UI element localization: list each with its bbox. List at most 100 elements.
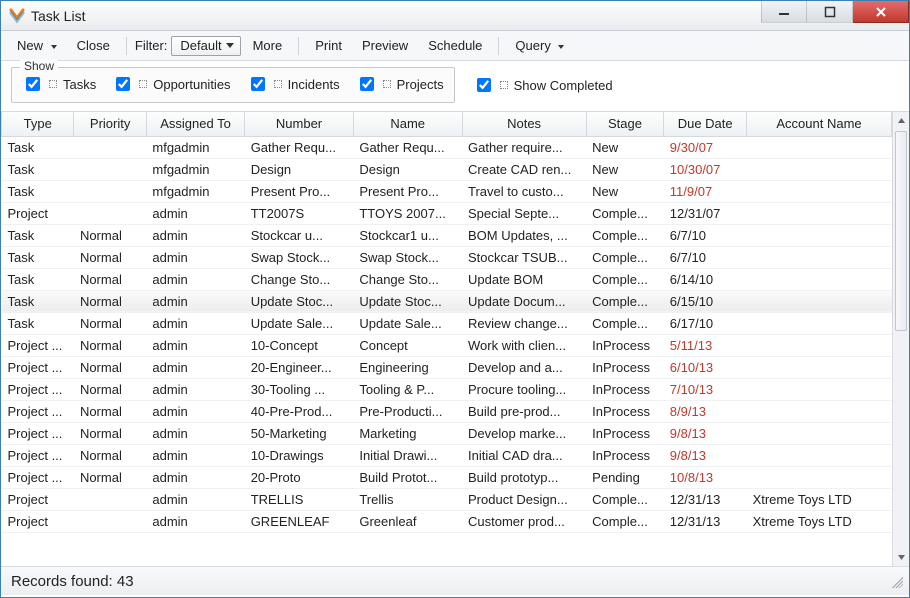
vertical-scrollbar[interactable] bbox=[892, 112, 909, 566]
table-row[interactable]: TaskNormaladminChange Sto...Change Sto..… bbox=[2, 268, 892, 290]
scroll-up-icon[interactable] bbox=[893, 112, 910, 129]
checkbox-incidents-input[interactable] bbox=[251, 77, 265, 91]
chevron-down-icon bbox=[226, 43, 234, 48]
cell-assigned: admin bbox=[146, 400, 244, 422]
col-stage[interactable]: Stage bbox=[586, 112, 664, 136]
window-buttons bbox=[761, 1, 909, 30]
cell-type: Project ... bbox=[2, 422, 74, 444]
menu-close[interactable]: Close bbox=[69, 35, 118, 56]
cell-account bbox=[747, 136, 892, 158]
cell-number: TRELLIS bbox=[245, 488, 354, 510]
checkbox-opportunities-input[interactable] bbox=[116, 77, 130, 91]
col-due[interactable]: Due Date bbox=[664, 112, 747, 136]
col-number[interactable]: Number bbox=[245, 112, 354, 136]
cell-stage: InProcess bbox=[586, 422, 664, 444]
scroll-thumb[interactable] bbox=[895, 131, 907, 331]
cell-stage: Comple... bbox=[586, 202, 664, 224]
col-priority[interactable]: Priority bbox=[74, 112, 146, 136]
cell-assigned: admin bbox=[146, 422, 244, 444]
menu-schedule[interactable]: Schedule bbox=[420, 35, 490, 56]
resize-grip-icon[interactable] bbox=[889, 574, 903, 588]
checkbox-tasks-input[interactable] bbox=[26, 77, 40, 91]
checkbox-tasks[interactable]: Tasks bbox=[22, 74, 96, 94]
table-row[interactable]: TaskNormaladminStockcar u...Stockcar1 u.… bbox=[2, 224, 892, 246]
dotted-box-icon bbox=[383, 80, 391, 88]
table-row[interactable]: Project ...Normaladmin10-DrawingsInitial… bbox=[2, 444, 892, 466]
cell-name: Greenleaf bbox=[353, 510, 462, 532]
cell-stage: Comple... bbox=[586, 510, 664, 532]
cell-due: 6/10/13 bbox=[664, 356, 747, 378]
toolbar: New Close Filter: Default More Print Pre… bbox=[1, 31, 909, 61]
cell-name: Present Pro... bbox=[353, 180, 462, 202]
cell-account bbox=[747, 444, 892, 466]
table-row[interactable]: ProjectadminGREENLEAFGreenleafCustomer p… bbox=[2, 510, 892, 532]
table-row[interactable]: ProjectadminTT2007STTOYS 2007...Special … bbox=[2, 202, 892, 224]
cell-name: Gather Requ... bbox=[353, 136, 462, 158]
table-row[interactable]: Project ...Normaladmin10-ConceptConceptW… bbox=[2, 334, 892, 356]
checkbox-opportunities[interactable]: Opportunities bbox=[112, 74, 230, 94]
table-row[interactable]: TaskmfgadminGather Requ...Gather Requ...… bbox=[2, 136, 892, 158]
table-row[interactable]: ProjectadminTRELLISTrellisProduct Design… bbox=[2, 488, 892, 510]
cell-type: Task bbox=[2, 290, 74, 312]
cell-priority: Normal bbox=[74, 290, 146, 312]
cell-type: Task bbox=[2, 136, 74, 158]
cell-due: 10/8/13 bbox=[664, 466, 747, 488]
minimize-button[interactable] bbox=[761, 1, 807, 23]
table-row[interactable]: TaskNormaladminSwap Stock...Swap Stock..… bbox=[2, 246, 892, 268]
cell-type: Project bbox=[2, 202, 74, 224]
cell-account bbox=[747, 224, 892, 246]
table-row[interactable]: Project ...Normaladmin40-Pre-Prod...Pre-… bbox=[2, 400, 892, 422]
menu-query[interactable]: Query bbox=[507, 35, 572, 56]
cell-assigned: admin bbox=[146, 356, 244, 378]
table-row[interactable]: Project ...Normaladmin30-Tooling ...Tool… bbox=[2, 378, 892, 400]
table-row[interactable]: Project ...Normaladmin20-Engineer...Engi… bbox=[2, 356, 892, 378]
cell-name: Pre-Producti... bbox=[353, 400, 462, 422]
col-account[interactable]: Account Name bbox=[747, 112, 892, 136]
close-button[interactable] bbox=[853, 1, 909, 23]
grid-table[interactable]: Type Priority Assigned To Number Name No… bbox=[1, 112, 892, 533]
col-notes[interactable]: Notes bbox=[462, 112, 586, 136]
scroll-track[interactable] bbox=[893, 129, 909, 549]
cell-type: Task bbox=[2, 246, 74, 268]
table-row[interactable]: TaskNormaladminUpdate Stoc...Update Stoc… bbox=[2, 290, 892, 312]
col-type[interactable]: Type bbox=[2, 112, 74, 136]
cell-type: Task bbox=[2, 158, 74, 180]
checkbox-projects[interactable]: Projects bbox=[356, 74, 444, 94]
cell-name: TTOYS 2007... bbox=[353, 202, 462, 224]
menu-new[interactable]: New bbox=[9, 35, 65, 56]
cell-due: 10/30/07 bbox=[664, 158, 747, 180]
checkbox-tasks-label: Tasks bbox=[63, 77, 96, 92]
cell-due: 5/11/13 bbox=[664, 334, 747, 356]
checkbox-show-completed-input[interactable] bbox=[477, 78, 491, 92]
menu-preview[interactable]: Preview bbox=[354, 35, 416, 56]
table-row[interactable]: Project ...Normaladmin20-ProtoBuild Prot… bbox=[2, 466, 892, 488]
cell-priority bbox=[74, 136, 146, 158]
cell-number: Design bbox=[245, 158, 354, 180]
table-row[interactable]: TaskNormaladminUpdate Sale...Update Sale… bbox=[2, 312, 892, 334]
cell-priority: Normal bbox=[74, 224, 146, 246]
col-name[interactable]: Name bbox=[353, 112, 462, 136]
checkbox-projects-input[interactable] bbox=[360, 77, 374, 91]
cell-name: Design bbox=[353, 158, 462, 180]
menu-more[interactable]: More bbox=[245, 35, 291, 56]
menu-print[interactable]: Print bbox=[307, 35, 350, 56]
cell-priority: Normal bbox=[74, 312, 146, 334]
checkbox-incidents[interactable]: Incidents bbox=[247, 74, 340, 94]
checkbox-show-completed[interactable]: Show Completed bbox=[473, 75, 613, 95]
chevron-down-icon bbox=[558, 45, 564, 49]
maximize-button[interactable] bbox=[807, 1, 853, 23]
scroll-down-icon[interactable] bbox=[893, 549, 910, 566]
menu-new-label: New bbox=[17, 38, 43, 53]
table-row[interactable]: TaskmfgadminPresent Pro...Present Pro...… bbox=[2, 180, 892, 202]
col-assigned[interactable]: Assigned To bbox=[146, 112, 244, 136]
cell-stage: Comple... bbox=[586, 290, 664, 312]
cell-number: Gather Requ... bbox=[245, 136, 354, 158]
cell-name: Initial Drawi... bbox=[353, 444, 462, 466]
cell-priority: Normal bbox=[74, 422, 146, 444]
table-row[interactable]: Project ...Normaladmin50-MarketingMarket… bbox=[2, 422, 892, 444]
cell-account bbox=[747, 378, 892, 400]
filter-dropdown[interactable]: Default bbox=[171, 36, 240, 56]
table-row[interactable]: TaskmfgadminDesignDesignCreate CAD ren..… bbox=[2, 158, 892, 180]
cell-stage: InProcess bbox=[586, 444, 664, 466]
cell-account bbox=[747, 422, 892, 444]
